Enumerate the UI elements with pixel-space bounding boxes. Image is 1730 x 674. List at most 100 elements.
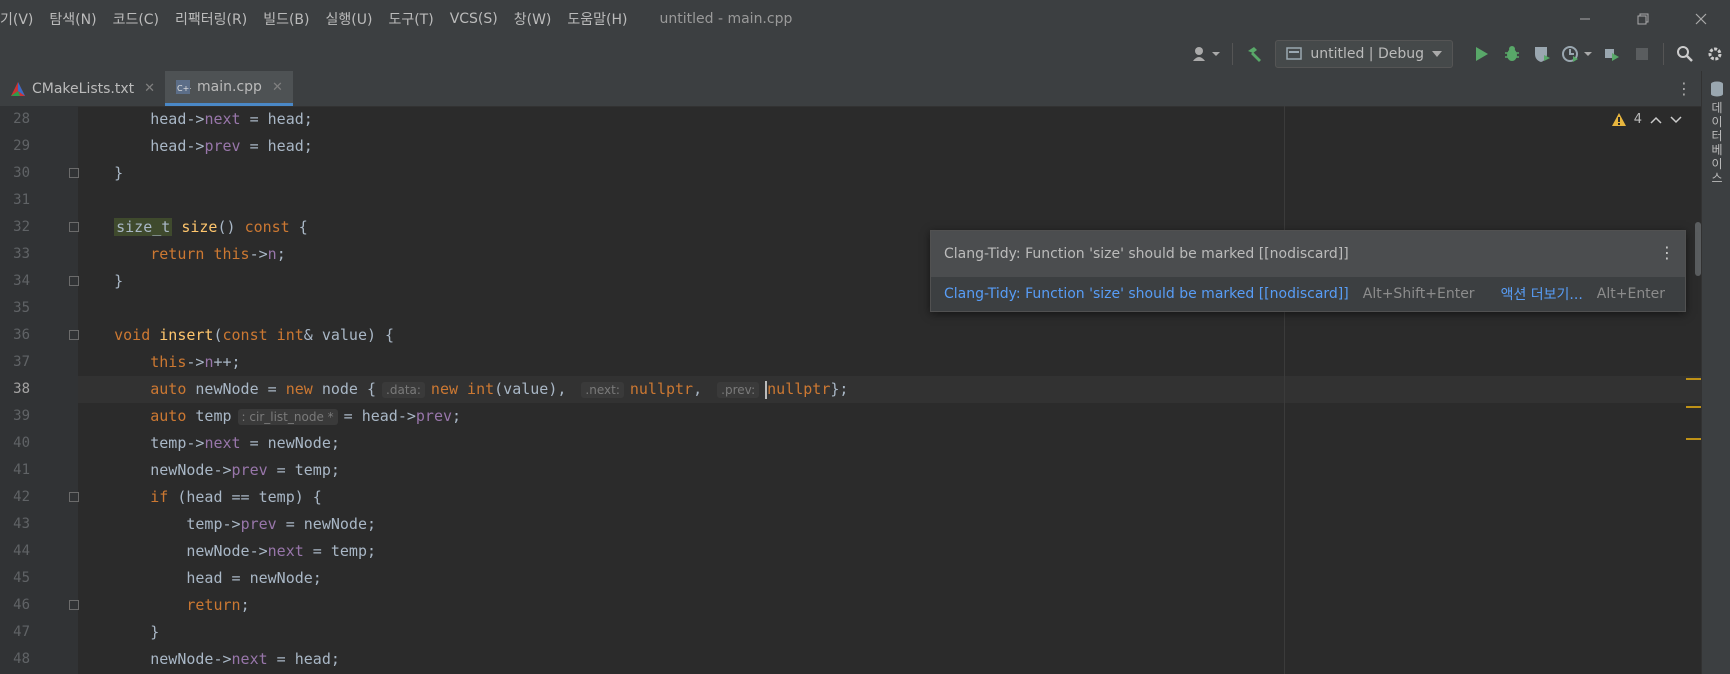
error-stripe[interactable] [1686, 106, 1701, 674]
cpp-file-icon: C++ [176, 80, 191, 94]
code-line: } [78, 623, 160, 641]
menu-vcs[interactable]: VCS(S) [442, 11, 506, 27]
parameter-hint: .data: [382, 382, 425, 398]
code-line: head->next = head; [78, 110, 313, 128]
user-profile-button[interactable] [1186, 39, 1226, 69]
minimize-button[interactable] [1556, 0, 1614, 37]
restore-button[interactable] [1614, 0, 1672, 37]
line-number: 33 [13, 246, 30, 262]
code-line: temp->next = newNode; [78, 434, 340, 452]
more-actions-shortcut: Alt+Enter [1596, 286, 1666, 302]
intention-popup: Clang-Tidy: Function 'size' should be ma… [930, 230, 1686, 312]
menu-view[interactable]: 기(V) [0, 9, 41, 29]
stop-icon [1636, 48, 1648, 60]
shield-coverage-icon [1535, 47, 1550, 62]
attach-icon [1605, 49, 1619, 61]
build-button[interactable] [1239, 39, 1269, 69]
menu-code[interactable]: 코드(C) [105, 9, 167, 29]
code-line: newNode->next = temp; [78, 542, 377, 560]
popup-message-row: Clang-Tidy: Function 'size' should be ma… [931, 231, 1685, 277]
tab-label: main.cpp [197, 79, 262, 95]
menu-help[interactable]: 도움말(H) [559, 9, 635, 29]
close-tab-icon[interactable]: ✕ [144, 81, 155, 96]
line-number: 37 [13, 354, 30, 370]
toolbar: untitled | Debug [0, 37, 1730, 71]
line-number: 42 [13, 489, 30, 505]
fix-action-link[interactable]: Clang-Tidy: Function 'size' should be ma… [944, 286, 1349, 302]
line-number: 36 [13, 327, 30, 343]
window-title: untitled - main.cpp [659, 10, 793, 27]
more-actions-link[interactable]: 액션 더보기... [1501, 284, 1583, 304]
chevron-down-icon[interactable] [1670, 115, 1682, 125]
close-tab-icon[interactable]: ✕ [272, 80, 283, 95]
run-button[interactable] [1467, 39, 1497, 69]
chevron-up-icon[interactable] [1650, 115, 1662, 125]
menu-refactor[interactable]: 리팩터링(R) [167, 9, 255, 29]
popup-actions-row: Clang-Tidy: Function 'size' should be ma… [931, 277, 1685, 311]
cmake-target-icon [1286, 47, 1303, 60]
database-icon[interactable] [1710, 81, 1724, 97]
right-tool-window-bar: 데이터베이스 [1701, 71, 1730, 674]
hammer-icon [1248, 47, 1262, 62]
line-number: 38 [13, 381, 30, 397]
profile-button[interactable] [1557, 39, 1597, 69]
minimize-icon [1580, 18, 1590, 19]
code-line: auto temp: cir_list_node * = head->prev; [150, 407, 462, 425]
line-number: 47 [13, 624, 30, 640]
tab-cmakelists[interactable]: CMakeLists.txt ✕ [0, 71, 165, 106]
warning-icon [1611, 113, 1626, 126]
play-icon [1476, 47, 1488, 61]
menu-build[interactable]: 빌드(B) [255, 9, 317, 29]
window-controls [1556, 0, 1730, 37]
parameter-hint: .next: [581, 382, 624, 398]
warning-stripe-mark[interactable] [1686, 378, 1701, 380]
toolbar-separator [1663, 43, 1664, 65]
inspection-widget[interactable]: 4 [1611, 112, 1682, 127]
line-number: 39 [13, 408, 30, 424]
search-everywhere-button[interactable] [1670, 39, 1700, 69]
line-number: 29 [13, 138, 30, 154]
code-editor[interactable]: head->next = head; head->prev = head; } … [78, 106, 1701, 674]
stop-button[interactable] [1627, 39, 1657, 69]
code-line: if (head == temp) { [150, 488, 322, 506]
run-config-label: untitled | Debug [1310, 46, 1424, 62]
code-line: newNode->prev = temp; [78, 461, 340, 479]
settings-button[interactable] [1700, 39, 1730, 69]
line-number: 32 [13, 219, 30, 235]
menu-navigate[interactable]: 탐색(N) [41, 9, 104, 29]
code-line: temp->prev = newNode; [78, 515, 377, 533]
code-line: this->n++; [150, 353, 241, 371]
gear-icon [1708, 47, 1722, 61]
attach-debugger-button[interactable] [1597, 39, 1627, 69]
right-margin-guide [1284, 106, 1285, 674]
close-icon [1695, 13, 1707, 24]
fix-action-shortcut: Alt+Shift+Enter [1362, 286, 1475, 302]
tab-main-cpp[interactable]: C++ main.cpp ✕ [165, 71, 293, 106]
user-icon [1193, 47, 1221, 61]
menu-tools[interactable]: 도구(T) [380, 9, 441, 29]
debug-button[interactable] [1497, 39, 1527, 69]
code-line: newNode->next = head; [78, 650, 340, 668]
line-number: 30 [13, 165, 30, 181]
tab-options-icon[interactable]: ⋮ [1676, 79, 1692, 98]
database-tool-label[interactable]: 데이터베이스 [1710, 101, 1724, 185]
cmake-file-icon [11, 81, 25, 96]
coverage-button[interactable] [1527, 39, 1557, 69]
menu-window[interactable]: 창(W) [506, 9, 560, 29]
close-window-button[interactable] [1672, 0, 1730, 37]
chevron-down-icon [1432, 51, 1442, 57]
editor-gutter: 28 29 30 31 32 33 34 35 36 37 38 39 40 4… [0, 106, 79, 674]
bug-icon [1505, 46, 1519, 61]
popup-options-icon[interactable]: ⋮ [1659, 243, 1675, 262]
line-number: 46 [13, 597, 30, 613]
run-configuration-selector[interactable]: untitled | Debug [1275, 40, 1453, 68]
warning-stripe-mark[interactable] [1686, 438, 1701, 440]
code-line: head = newNode; [78, 569, 322, 587]
profiler-icon [1562, 46, 1592, 62]
line-number: 44 [13, 543, 30, 559]
warning-stripe-mark[interactable] [1686, 406, 1701, 408]
line-number: 43 [13, 516, 30, 532]
menu-run[interactable]: 실행(U) [318, 9, 381, 29]
popup-message: Clang-Tidy: Function 'size' should be ma… [944, 246, 1349, 262]
